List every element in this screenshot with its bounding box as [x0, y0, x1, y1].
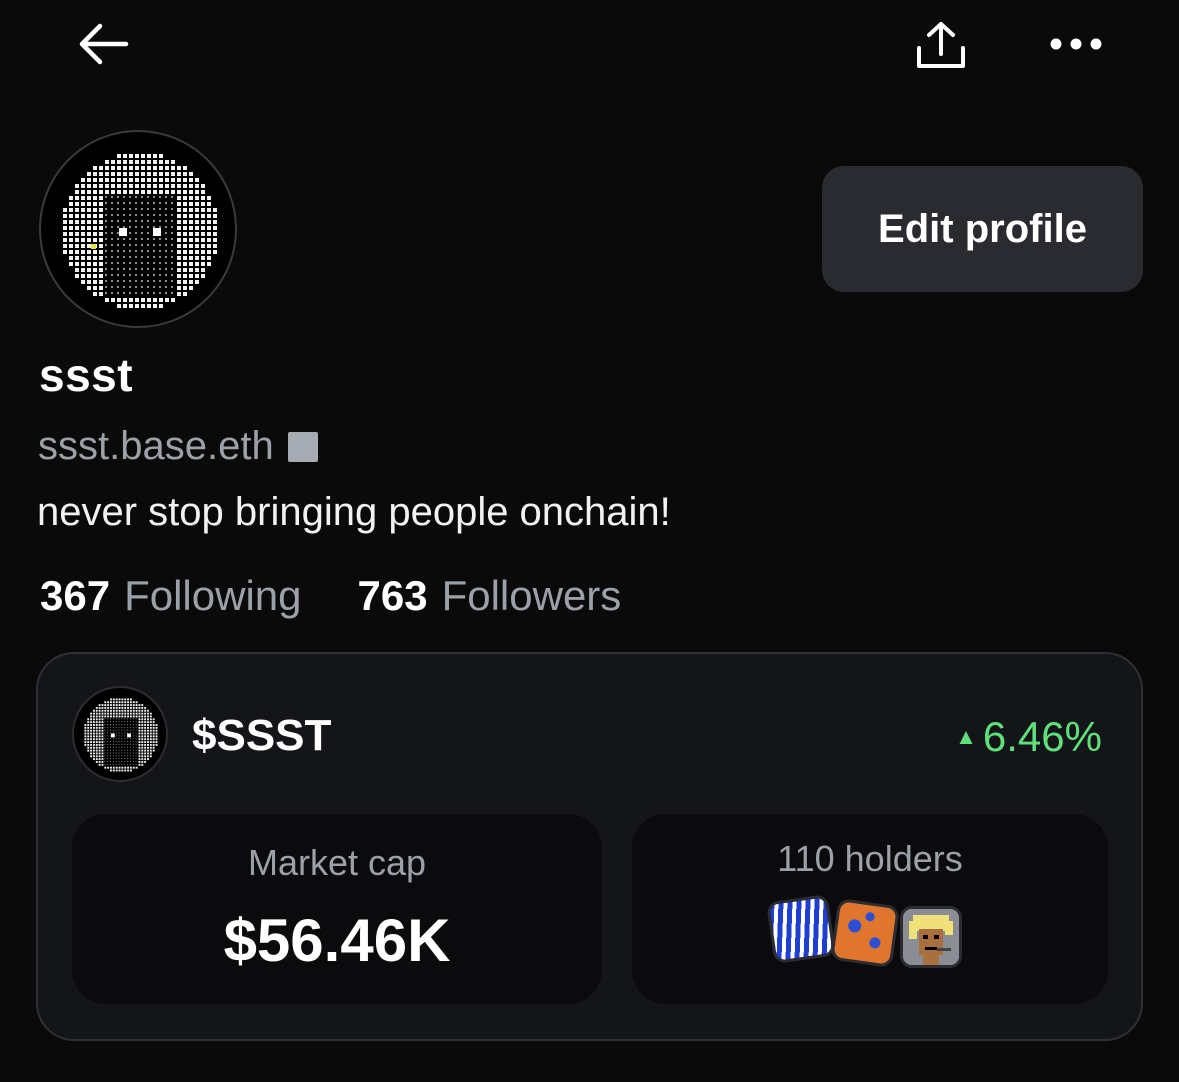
handle-row: ssst.base.eth	[38, 424, 318, 469]
profile-avatar[interactable]	[39, 130, 237, 328]
token-change-value: 6.46%	[982, 713, 1102, 760]
edit-profile-button[interactable]: Edit profile	[822, 166, 1143, 292]
holder-avatar-1	[765, 893, 837, 965]
market-cap-label: Market cap	[247, 842, 427, 883]
follow-stats: 367 Following 763 Followers	[40, 572, 677, 620]
token-avatar	[72, 686, 168, 782]
pixel-art-avatar	[63, 154, 217, 308]
holders-card[interactable]: 110 holders	[632, 814, 1108, 1004]
share-upload-icon	[917, 22, 965, 68]
triangle-up-icon: ▲	[955, 724, 977, 749]
handle: ssst.base.eth	[38, 424, 274, 468]
share-button[interactable]	[905, 14, 977, 76]
more-options-button[interactable]	[1040, 20, 1112, 68]
arrow-left-icon	[79, 23, 129, 65]
display-name: ssst	[39, 349, 134, 401]
market-cap-value: $56.46K	[223, 907, 451, 974]
holder-avatar-3	[900, 906, 962, 968]
back-button[interactable]	[68, 14, 138, 74]
following-count: 367	[40, 572, 111, 619]
market-cap-card[interactable]: Market cap $56.46K	[72, 814, 602, 1004]
followers-link[interactable]: 763 Followers	[358, 572, 622, 620]
bio: never stop bringing people onchain!	[37, 490, 671, 534]
followers-label: Followers	[441, 572, 622, 619]
followers-count: 763	[357, 572, 428, 619]
following-link[interactable]: 367 Following	[40, 572, 302, 620]
punk-avatar-icon	[903, 909, 959, 965]
token-change: ▲ 6.46%	[955, 713, 1102, 761]
more-horizontal-icon	[1050, 38, 1102, 50]
square-badge-icon	[287, 431, 318, 462]
token-symbol: $SSST	[192, 711, 332, 760]
holder-avatar-2	[829, 897, 901, 969]
holders-label: 110 holders	[777, 838, 963, 879]
token-pixel-avatar-icon	[84, 698, 158, 772]
following-label: Following	[124, 572, 302, 619]
